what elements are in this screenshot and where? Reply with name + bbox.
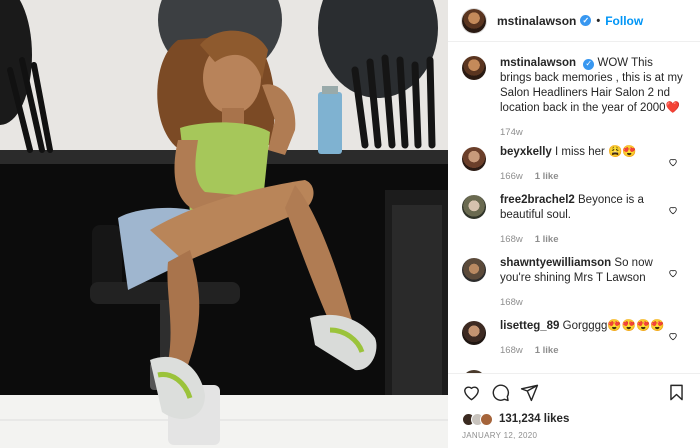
liker-avatars [462, 412, 493, 426]
comment-like-heart-icon[interactable] [668, 328, 678, 341]
comment-body: lisetteg_89 Gorgggg😍😍😍😍 168w 1 like [500, 319, 676, 358]
post-date[interactable]: JANUARY 12, 2020 [462, 431, 686, 440]
comment-time[interactable]: 168w [500, 295, 523, 310]
comment-item: lisetteg_89 Gorgggg😍😍😍😍 168w 1 like [448, 319, 690, 358]
commenter-avatar[interactable] [462, 258, 486, 282]
comment-like-heart-icon[interactable] [668, 154, 678, 167]
comment-username[interactable]: shawntyewilliamson [500, 257, 611, 269]
salon-scene [0, 0, 448, 448]
paper-plane-icon[interactable] [520, 383, 539, 402]
post-caption: mstinalawson ✓ WOW This brings back memo… [448, 42, 700, 140]
post-photo[interactable] [0, 0, 448, 448]
commenter-avatar[interactable] [462, 195, 486, 219]
caption-meta: 174w [500, 125, 686, 140]
verified-badge-icon: ✓ [583, 58, 595, 70]
comment-text: Gorgggg😍😍😍😍 [562, 320, 665, 332]
comment-item: shawntyewilliamson So now you're shining… [448, 256, 690, 310]
author-info: mstinalawson ✓ • Follow [497, 14, 643, 28]
comment-body: beyxkelly I miss her 😩😍 166w 1 like [500, 145, 676, 184]
post-side-panel: mstinalawson ✓ • Follow mstinalawson ✓ W… [448, 0, 700, 448]
verified-badge-icon: ✓ [580, 15, 592, 26]
comment-likes[interactable]: 1 like [535, 169, 559, 184]
comments-list[interactable]: mstinalawson ✓ WOW This brings back memo… [448, 42, 700, 373]
commenter-avatar[interactable] [462, 321, 486, 345]
likes-summary: 131,234 likes [462, 411, 686, 427]
caption-time[interactable]: 174w [500, 125, 523, 140]
comment-like-heart-icon[interactable] [668, 202, 678, 215]
action-icon-row [462, 374, 686, 411]
post-header: mstinalawson ✓ • Follow [448, 0, 700, 42]
caption-body: mstinalawson ✓ WOW This brings back memo… [500, 56, 686, 140]
comment-meta: 168w [500, 295, 676, 310]
separator-dot: • [596, 14, 601, 27]
comment-body: shawntyewilliamson So now you're shining… [500, 256, 676, 310]
likes-count[interactable]: 131,234 likes [499, 413, 569, 425]
comment-body: free2brachel2 Beyonce is a beautiful sou… [500, 193, 676, 247]
comment-username[interactable]: free2brachel2 [500, 194, 575, 206]
comment-likes[interactable]: 1 like [535, 232, 559, 247]
comment-meta: 168w 1 like [500, 343, 676, 358]
caption-author-avatar[interactable] [462, 56, 486, 80]
bookmark-icon[interactable] [667, 383, 686, 402]
comment-username[interactable]: beyxkelly [500, 146, 552, 158]
comment-item: free2brachel2 Beyonce is a beautiful sou… [448, 193, 690, 247]
follow-button[interactable]: Follow [605, 14, 643, 28]
post-actions: 131,234 likes JANUARY 12, 2020 [448, 373, 700, 448]
comment-item: beyxkelly I miss her 😩😍 166w 1 like [448, 145, 690, 184]
comment-time[interactable]: 166w [500, 169, 523, 184]
commenter-avatar[interactable] [462, 147, 486, 171]
comment-icon[interactable] [491, 383, 510, 402]
author-avatar[interactable] [462, 8, 486, 33]
comment-text: I miss her 😩😍 [555, 146, 637, 158]
caption-username[interactable]: mstinalawson [500, 57, 576, 69]
heart-icon[interactable] [462, 383, 481, 402]
comment-meta: 166w 1 like [500, 169, 676, 184]
comment-meta: 168w 1 like [500, 232, 676, 247]
comment-username[interactable]: lisetteg_89 [500, 320, 559, 332]
comment-likes[interactable]: 1 like [535, 343, 559, 358]
comment-like-heart-icon[interactable] [668, 265, 678, 278]
comment-time[interactable]: 168w [500, 232, 523, 247]
comment-time[interactable]: 168w [500, 343, 523, 358]
liker-avatar[interactable] [480, 412, 493, 426]
author-username[interactable]: mstinalawson [497, 14, 576, 28]
